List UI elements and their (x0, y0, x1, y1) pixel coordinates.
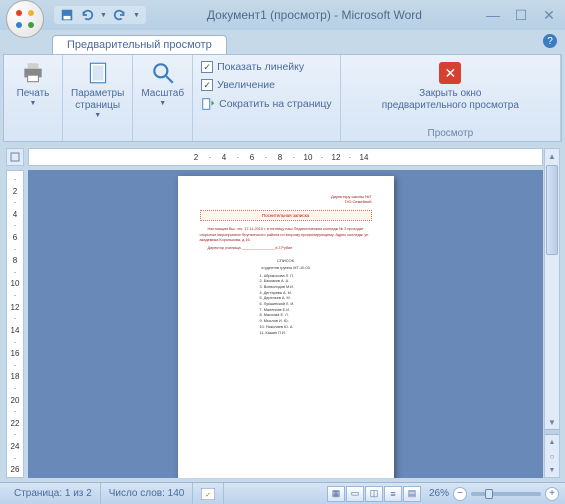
page-list: 1. Абрикосова Л. П.2. Баскаков А. А.3. В… (260, 274, 372, 337)
zoom-slider-thumb[interactable] (485, 489, 493, 499)
zoom-out-button[interactable]: − (453, 487, 467, 501)
checkbox-checked-icon: ✓ (201, 79, 213, 91)
list-item: 11. Кашин П.И. (260, 331, 372, 337)
show-ruler-label: Показать линейку (217, 61, 304, 73)
horizontal-ruler[interactable]: 2·4·6·8·10·12·14 (28, 148, 543, 166)
zoom-value[interactable]: 26% (429, 488, 449, 499)
document-preview-area[interactable]: Директору школы №7 Г.Ю.Семейной Поснител… (28, 170, 543, 478)
close-preview-label: Закрыть окно предварительного просмотра (382, 88, 519, 112)
window-controls: — ☐ ✕ (483, 6, 559, 24)
print-label: Печать (17, 88, 50, 100)
magnifier-icon (150, 60, 176, 86)
ribbon-group-zoom: Масштаб ▼ (133, 55, 193, 141)
view-web-layout-icon[interactable]: ◫ (365, 486, 383, 502)
page-preview: Директору школы №7 Г.Ю.Семейной Поснител… (178, 176, 394, 478)
status-word-count[interactable]: Число слов: 140 (101, 483, 194, 504)
close-preview-icon: ✕ (437, 60, 463, 86)
zoom-dropdown-icon: ▼ (159, 100, 166, 107)
zoom-slider[interactable] (471, 492, 541, 496)
ribbon-group-options: ✓ Показать линейку ✓ Увеличение Сократит… (193, 55, 341, 141)
view-full-screen-icon[interactable]: ▭ (346, 486, 364, 502)
window-title: Документ1 (просмотр) - Microsoft Word (146, 8, 483, 22)
zoom-in-button[interactable]: + (545, 487, 559, 501)
ribbon-tab-strip: Предварительный просмотр ? (0, 30, 565, 54)
ruler-corner-button[interactable] (6, 148, 24, 166)
checkbox-checked-icon: ✓ (201, 61, 213, 73)
ribbon: Печать ▼ Параметры страницы ▼ Масштаб ▼ … (3, 54, 562, 142)
close-preview-button[interactable]: ✕ Закрыть окно предварительного просмотр… (370, 57, 530, 115)
page-setup-icon (85, 60, 111, 86)
print-button[interactable]: Печать ▼ (8, 57, 58, 110)
ribbon-group-page-setup: Параметры страницы ▼ (63, 55, 133, 141)
undo-icon[interactable] (80, 8, 94, 22)
page-header-box: Поснительная записка (200, 210, 372, 221)
vertical-scrollbar[interactable]: ▲ ▼ ▲ ○ ▼ (544, 148, 560, 478)
page-body-1: Настоящим Вш. чго. 17.11.2010 г. в пятни… (200, 227, 372, 243)
shrink-label: Сократить на страницу (219, 98, 332, 110)
title-bar: ▼ ▼ Документ1 (просмотр) - Microsoft Wor… (0, 0, 565, 30)
show-ruler-checkbox[interactable]: ✓ Показать линейку (197, 59, 336, 75)
help-icon[interactable]: ? (543, 34, 557, 48)
scroll-down-icon[interactable]: ▼ (545, 415, 559, 429)
print-dropdown-icon: ▼ (30, 100, 37, 107)
status-language-icon[interactable]: ✓ (193, 483, 224, 504)
next-page-icon[interactable]: ▼ (545, 463, 559, 477)
quick-access-toolbar: ▼ ▼ (54, 6, 146, 24)
redo-icon[interactable] (113, 8, 127, 22)
maximize-button[interactable]: ☐ (511, 6, 531, 24)
page-list-sub: студентов группы МТ-10-03 (200, 266, 372, 270)
scroll-thumb[interactable] (546, 165, 558, 255)
magnifier-label: Увеличение (217, 79, 275, 91)
page-setup-label: Параметры страницы (71, 88, 124, 112)
scroll-track[interactable] (545, 163, 559, 415)
magnifier-checkbox[interactable]: ✓ Увеличение (197, 77, 336, 93)
page-body-2: Директор училища ________________К.Г.Руб… (200, 246, 372, 251)
save-icon[interactable] (60, 8, 74, 22)
minimize-button[interactable]: — (483, 6, 503, 24)
shrink-page-icon (201, 97, 215, 111)
vertical-ruler[interactable]: ·2·4·6·8·10·12·14·16·18·20·22·24·26 (6, 170, 24, 478)
view-draft-icon[interactable]: ▤ (403, 486, 421, 502)
ribbon-group-close-preview: ✕ Закрыть окно предварительного просмотр… (341, 55, 561, 141)
close-button[interactable]: ✕ (539, 6, 559, 24)
view-print-layout-icon[interactable]: ▦ (327, 486, 345, 502)
zoom-label: Масштаб (141, 88, 184, 100)
page-setup-dropdown-icon: ▼ (94, 112, 101, 119)
tab-print-preview[interactable]: Предварительный просмотр (52, 35, 227, 54)
ribbon-group-label: Просмотр (341, 128, 560, 139)
zoom-control: 26% − + (429, 487, 559, 501)
scroll-up-icon[interactable]: ▲ (545, 149, 559, 163)
page-setup-button[interactable]: Параметры страницы ▼ (67, 57, 128, 122)
browse-object-icon[interactable]: ○ (545, 449, 559, 463)
view-outline-icon[interactable]: ≡ (384, 486, 402, 502)
qat-customize-icon[interactable]: ▼ (133, 12, 140, 19)
ribbon-group-print: Печать ▼ (4, 55, 63, 141)
qat-dropdown-icon[interactable]: ▼ (100, 12, 107, 19)
shrink-one-page-button[interactable]: Сократить на страницу (197, 95, 336, 113)
page-addressee: Директору школы №7 Г.Ю.Семейной (200, 194, 372, 204)
zoom-button[interactable]: Масштаб ▼ (137, 57, 188, 110)
svg-text:✓: ✓ (205, 492, 211, 499)
status-bar: Страница: 1 из 2 Число слов: 140 ✓ ▦ ▭ ◫… (0, 482, 565, 504)
view-buttons: ▦ ▭ ◫ ≡ ▤ (327, 486, 421, 502)
prev-page-icon[interactable]: ▲ (545, 435, 559, 449)
printer-icon (20, 60, 46, 86)
status-page[interactable]: Страница: 1 из 2 (6, 483, 101, 504)
page-list-title: СПИСОК (200, 258, 372, 263)
